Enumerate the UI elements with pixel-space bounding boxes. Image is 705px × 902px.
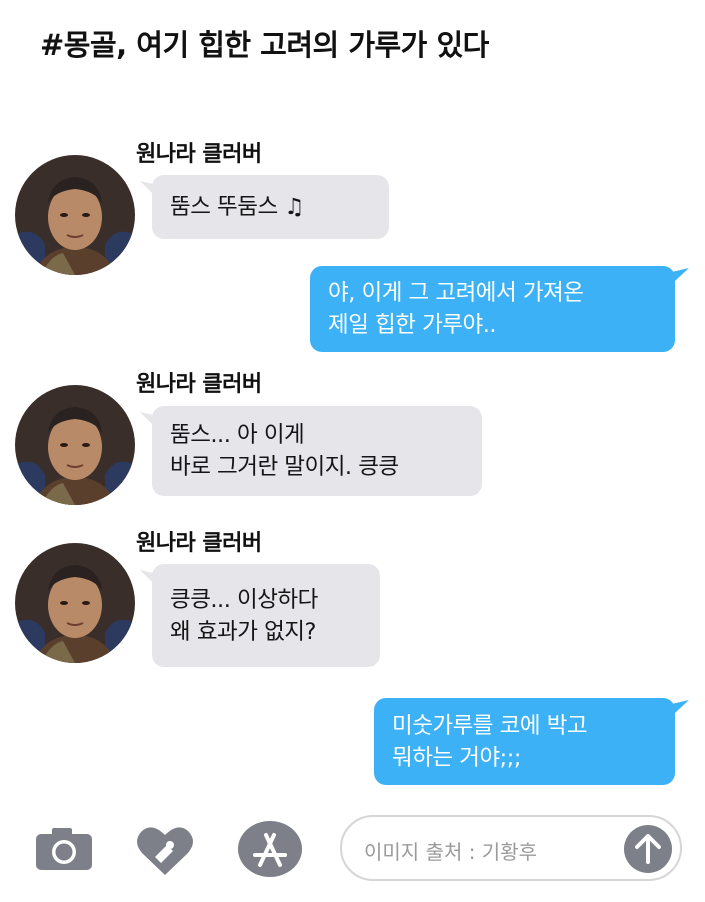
send-button[interactable] <box>624 825 672 873</box>
avatar[interactable] <box>15 155 135 275</box>
avatar[interactable] <box>15 385 135 505</box>
message-bubble-outgoing: 미숫가루를 코에 박고 뭐하는 거야;;; <box>374 698 689 785</box>
input-text: 이미지 출처 : 기황후 <box>364 840 538 864</box>
sender-name: 원나라 클러버 <box>136 142 262 167</box>
bubble-tail <box>663 700 689 724</box>
message-text: 뚬스... 아 이게 <box>170 422 305 448</box>
message-text: 뚬스 뚜둠스 ♫ <box>170 194 304 220</box>
send-arrow-icon <box>635 834 661 864</box>
message-text: 미숫가루를 코에 박고 <box>392 712 588 739</box>
message-text: 뭐하는 거야;;; <box>392 744 521 771</box>
heart-touch-icon[interactable] <box>136 823 194 877</box>
message-bubble-incoming: 킁킁... 이상하다 왜 효과가 없지? <box>140 564 380 667</box>
bubble-tail <box>140 412 166 438</box>
message-text: 제일 힙한 가루야.. <box>328 312 497 338</box>
message-text: 왜 효과가 없지? <box>170 618 316 645</box>
bubble-tail <box>140 570 166 596</box>
message-text: 바로 그거란 말이지. 킁킁 <box>170 454 399 480</box>
bubble-tail <box>663 268 689 292</box>
message-bubble-outgoing: 야, 이게 그 고려에서 가져온 제일 힙한 가루야.. <box>310 266 689 352</box>
avatar[interactable] <box>15 543 135 663</box>
sender-name: 원나라 클러버 <box>136 372 262 397</box>
message-bubble-incoming: 뚬스... 아 이게 바로 그거란 말이지. 킁킁 <box>140 406 482 496</box>
message-input[interactable]: 이미지 출처 : 기황후 <box>340 815 682 881</box>
message-text: 킁킁... 이상하다 <box>170 586 318 613</box>
page-title: #몽골, 여기 힙한 고려의 가루가 있다 <box>40 28 489 62</box>
camera-icon[interactable] <box>36 826 92 870</box>
app-store-icon[interactable] <box>238 821 302 877</box>
message-bubble-incoming: 뚬스 뚜둠스 ♫ <box>140 175 389 239</box>
sender-name: 원나라 클러버 <box>136 531 262 556</box>
bubble-tail <box>140 181 166 207</box>
message-text: 야, 이게 그 고려에서 가져온 <box>328 280 584 306</box>
